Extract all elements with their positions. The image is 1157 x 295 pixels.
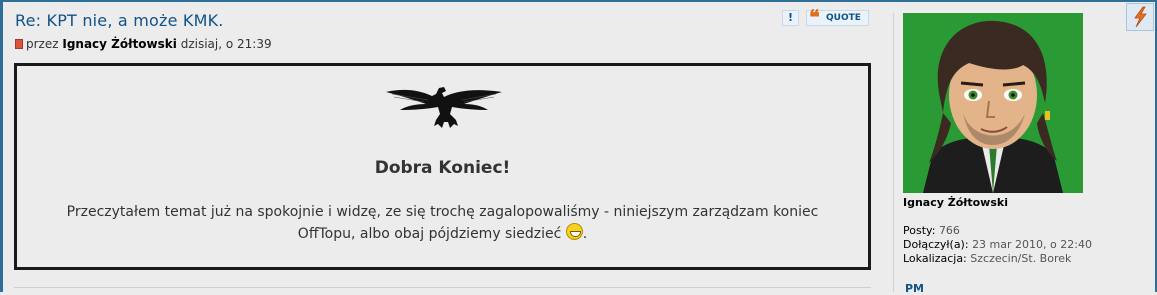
pm-button[interactable]: PM (905, 282, 924, 295)
window-frame-top (0, 0, 1157, 2)
profile-name[interactable]: Ignacy Żółtowski (903, 196, 1008, 209)
post-meta: przez Ignacy Żółtowski dzisiaj, o 21:39 (15, 37, 272, 51)
posts-label: Posty: (903, 224, 936, 237)
post-title[interactable]: Re: KPT nie, a może KMK. (15, 11, 224, 30)
report-icon: ! (787, 11, 794, 24)
avatar-illustration (903, 13, 1083, 193)
box-body-line1: Przeczytałem temat już na spokojnie i wi… (66, 204, 819, 220)
joined-label: Dołączył(a): (903, 238, 969, 251)
report-button[interactable]: ! (782, 10, 799, 26)
post-separator (14, 287, 871, 288)
by-label: przez (26, 37, 59, 51)
post-doc-icon[interactable] (15, 39, 23, 49)
quote-icon: ❝ (809, 5, 820, 29)
location-label: Lokalizacja: (903, 252, 967, 265)
box-body-line2: OffTopu, albo obaj pójdziemy siedzieć (297, 226, 562, 242)
posts-value: 766 (938, 224, 960, 237)
quote-label: QUOTE (826, 13, 861, 23)
post-content-box: Dobra Koniec! Przeczytałem temat już na … (14, 63, 871, 270)
box-body: Przeczytałem temat już na spokojnie i wi… (47, 202, 838, 245)
location-value: Szczecin/St. Borek (970, 252, 1072, 265)
quote-button[interactable]: ❝ QUOTE (806, 5, 869, 29)
profile-stats: Posty: 766 Dołączył(a): 23 mar 2010, o 2… (903, 224, 1092, 266)
box-heading: Dobra Koniec! (374, 158, 511, 178)
grin-smiley-icon (565, 223, 583, 240)
profile-divider (893, 13, 894, 292)
window-frame-left (0, 0, 3, 292)
eagle-image (386, 87, 502, 128)
box-body-end: . (582, 226, 588, 242)
avatar[interactable] (903, 13, 1083, 193)
post-time: dzisiaj, o 21:39 (180, 37, 272, 51)
corner-icon (1134, 6, 1147, 28)
post-author[interactable]: Ignacy Żółtowski (62, 37, 177, 51)
corner-button[interactable] (1126, 3, 1154, 31)
joined-value: 23 mar 2010, o 22:40 (972, 238, 1092, 251)
